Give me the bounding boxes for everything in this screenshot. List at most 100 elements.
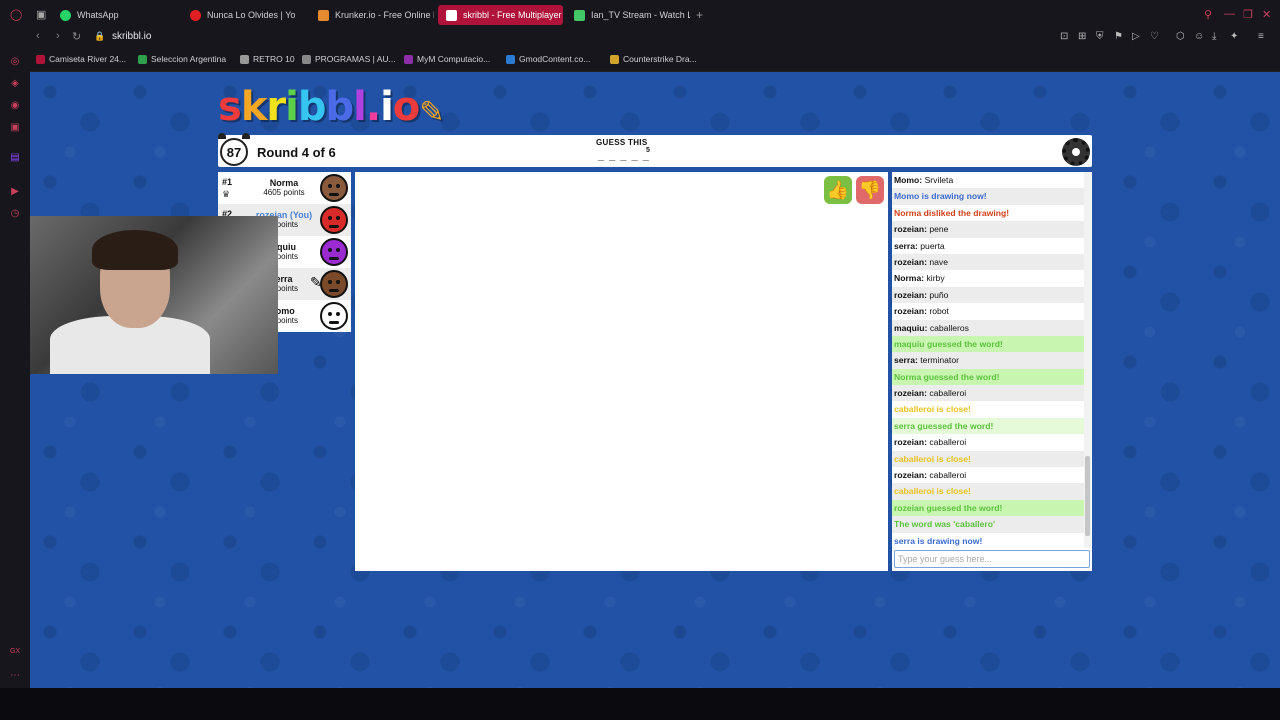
player-avatar bbox=[320, 206, 348, 234]
chat-messages: Momo: Srvileta Momo is drawing now! Norma … bbox=[892, 172, 1084, 548]
bookmark-label: MyM Computacio... bbox=[417, 54, 491, 64]
ai-icon[interactable]: ✦ bbox=[1230, 31, 1238, 42]
profile-icon[interactable]: ☺ bbox=[1194, 31, 1204, 42]
chat-text: caballeroi is close! bbox=[894, 486, 971, 497]
bookmark-item[interactable]: GmodContent.co... bbox=[506, 54, 590, 64]
bookmark-item[interactable]: MyM Computacio... bbox=[404, 54, 490, 64]
search-icon[interactable]: ⚲ bbox=[1204, 8, 1212, 21]
chat-text: puño bbox=[929, 289, 949, 300]
instagram-icon[interactable]: ▣ bbox=[9, 122, 21, 134]
tab-whatsapp[interactable]: WhatsApp bbox=[52, 5, 172, 25]
chat-message: rozeian: pene bbox=[892, 221, 1084, 238]
bookmark-item[interactable]: Seleccion Argentina bbox=[138, 54, 226, 64]
tab-twitch[interactable]: Ian_TV Stream - Watch Liv bbox=[566, 5, 690, 25]
player-avatar bbox=[320, 270, 348, 298]
guess-input[interactable] bbox=[894, 550, 1090, 568]
back-icon[interactable]: ‹ bbox=[36, 30, 40, 42]
chat-author: rozeian: bbox=[894, 224, 927, 235]
bookmark-label: PROGRAMAS | AU... bbox=[315, 54, 396, 64]
close-icon[interactable]: ✕ bbox=[1262, 8, 1271, 21]
new-tab-icon[interactable]: + bbox=[696, 8, 703, 22]
extensions-icon[interactable]: ⬡ bbox=[1176, 31, 1185, 42]
history-icon[interactable]: ◷ bbox=[9, 208, 21, 220]
reload-icon[interactable]: ↻ bbox=[72, 30, 81, 43]
chat-text: The word was 'caballero' bbox=[894, 519, 996, 530]
logo-letter: b bbox=[325, 84, 355, 130]
chat-author: rozeian: bbox=[894, 470, 927, 481]
tab-youtube[interactable]: Nunca Lo Olvides | Yo bbox=[182, 5, 306, 25]
chat-message: The word was 'caballero' bbox=[892, 516, 1084, 533]
sidebar-app-icon[interactable]: ◈ bbox=[9, 78, 21, 90]
bookmark-item[interactable]: PROGRAMAS | AU... bbox=[302, 54, 396, 64]
player-sidebar-icon[interactable]: ▶ bbox=[9, 186, 21, 198]
bookmarks-bar: Camiseta River 24... Seleccion Argentina… bbox=[0, 46, 1280, 72]
drawing-canvas[interactable] bbox=[355, 172, 888, 571]
menu-icon[interactable]: ≡ bbox=[1258, 31, 1264, 42]
chat-text: serra guessed the word! bbox=[894, 420, 994, 431]
bookmark-favicon-icon bbox=[36, 54, 45, 64]
tab-skribbl[interactable]: skribbl - Free Multiplayer bbox=[438, 5, 563, 25]
twitch-sidebar-icon[interactable]: ▤ bbox=[9, 152, 21, 164]
bookmark-favicon-icon bbox=[506, 54, 515, 64]
chat-text: Norma disliked the drawing! bbox=[894, 207, 1010, 218]
logo-pencil-icon: ✎ bbox=[419, 95, 444, 130]
clock-bell-right bbox=[242, 133, 250, 139]
player-row[interactable]: #1 ♛ Norma 4605 points bbox=[218, 172, 351, 204]
snapshot-icon[interactable]: ⊞ bbox=[1078, 31, 1086, 42]
chat-author: Momo: bbox=[894, 175, 923, 185]
bookmark-item[interactable]: Camiseta River 24... bbox=[36, 54, 126, 64]
tab-label: Krunker.io - Free Online M bbox=[335, 10, 434, 20]
bookmark-label: Counterstrike Dra... bbox=[623, 54, 697, 64]
heart-icon[interactable]: ♡ bbox=[1150, 31, 1159, 42]
round-indicator: Round 4 of 6 bbox=[257, 145, 336, 160]
settings-gear-icon[interactable] bbox=[1062, 138, 1090, 166]
shield-icon[interactable]: ⛨ bbox=[1096, 31, 1104, 42]
opera-logo-icon[interactable]: ◯ bbox=[10, 8, 22, 21]
word-length: 5 bbox=[646, 147, 650, 154]
skribbl-logo: s k r i b b l. i o ✎ bbox=[218, 84, 444, 130]
chat-author: serra: bbox=[894, 355, 918, 366]
thumbs-down-icon[interactable]: 👎 bbox=[856, 176, 884, 204]
minimize-icon[interactable]: — bbox=[1224, 8, 1235, 20]
chat-message: serra is drawing now! bbox=[892, 533, 1084, 548]
guess-label: GUESS THIS bbox=[596, 138, 648, 147]
tab-overview-icon[interactable]: ▣ bbox=[36, 8, 46, 21]
twitch-icon bbox=[574, 9, 585, 21]
chat-message: Norma disliked the drawing! bbox=[892, 205, 1084, 221]
translate-icon[interactable]: ⚑ bbox=[1114, 31, 1123, 42]
bookmark-item[interactable]: Counterstrike Dra... bbox=[610, 54, 697, 64]
pencil-icon: ✎ bbox=[310, 274, 322, 290]
logo-letter: i bbox=[285, 84, 299, 130]
youtube-icon bbox=[190, 9, 201, 21]
gx-icon[interactable]: GX bbox=[9, 648, 21, 660]
chat-text: puerta bbox=[920, 240, 945, 251]
download-icon[interactable]: ⤓ bbox=[1212, 31, 1216, 42]
bookmark-label: GmodContent.co... bbox=[519, 54, 591, 64]
chat-text: caballeroi bbox=[929, 470, 967, 481]
word-hint: _ _ _ _ _ bbox=[598, 150, 650, 162]
chat-text: kirby bbox=[926, 273, 945, 284]
chat-message: Momo: Srvileta bbox=[892, 172, 1084, 188]
chat-message: caballeroi is close! bbox=[892, 401, 1084, 417]
forward-icon[interactable]: › bbox=[56, 30, 60, 42]
chat-author: Norma: bbox=[894, 273, 925, 284]
logo-letter: o bbox=[392, 84, 421, 130]
timer-clock-icon: 87 bbox=[220, 138, 248, 166]
bookmark-item[interactable]: RETRO 10 bbox=[240, 54, 295, 64]
aria-icon[interactable]: ◎ bbox=[9, 56, 21, 68]
bookmark-label: RETRO 10 bbox=[253, 54, 295, 64]
player-icon[interactable]: ▷ bbox=[1132, 31, 1140, 42]
thumbs-up-icon[interactable]: 👍 bbox=[824, 176, 852, 204]
bookmark-icon[interactable]: ⊡ bbox=[1060, 31, 1068, 42]
chat-text: caballeroi bbox=[929, 388, 967, 399]
tab-krunker[interactable]: Krunker.io - Free Online M bbox=[310, 5, 434, 25]
player-name: Norma bbox=[269, 178, 299, 188]
more-icon[interactable]: ⋯ bbox=[9, 670, 21, 682]
messenger-icon[interactable]: ◉ bbox=[9, 100, 21, 112]
chat-scroll-thumb[interactable] bbox=[1085, 456, 1090, 536]
maximize-icon[interactable]: ❐ bbox=[1243, 8, 1253, 21]
chat-text: caballeroi is close! bbox=[894, 453, 971, 464]
bookmark-favicon-icon bbox=[610, 54, 619, 64]
player-avatar bbox=[320, 174, 348, 202]
url-field[interactable]: skribbl.io bbox=[112, 31, 151, 42]
